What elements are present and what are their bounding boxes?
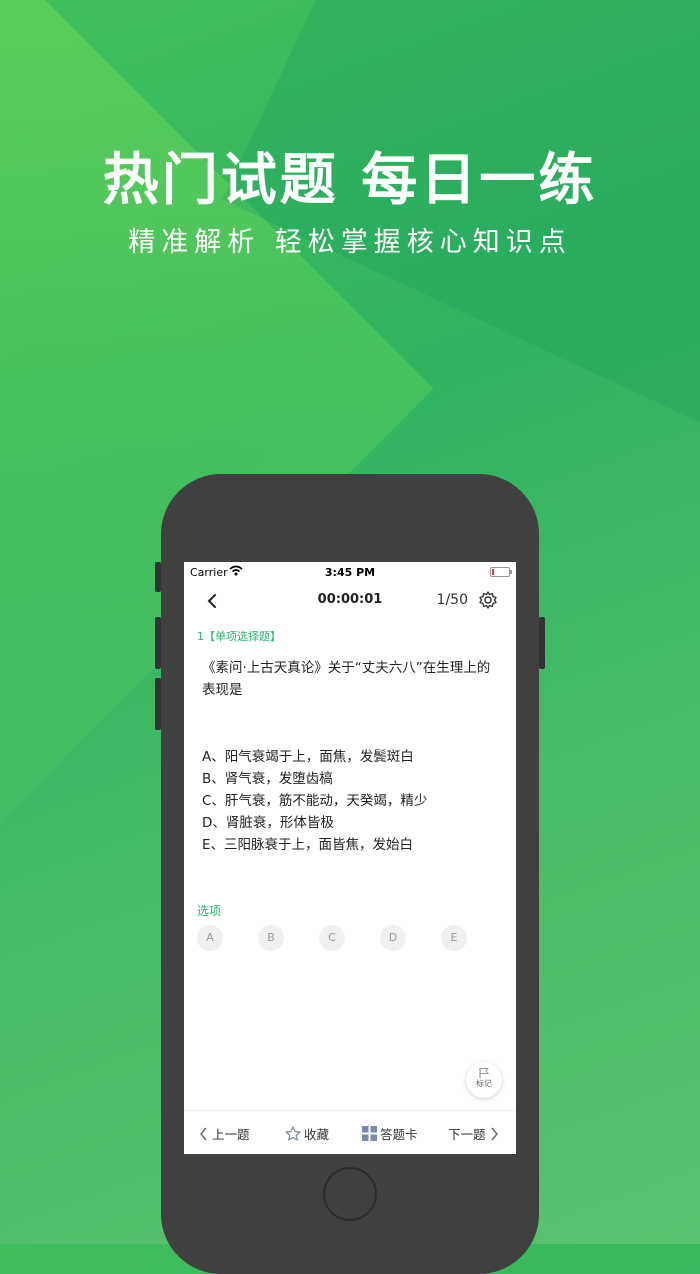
chevron-right-icon bbox=[490, 1127, 498, 1140]
answer-card-button[interactable]: 答题卡 bbox=[362, 1124, 418, 1143]
option-b: B、肾气衰，发堕齿槁 bbox=[202, 771, 333, 787]
gear-icon[interactable] bbox=[478, 590, 498, 610]
option-d: D、肾脏衰，形体皆极 bbox=[202, 815, 334, 831]
status-time: 3:45 PM bbox=[324, 566, 376, 579]
nav-bar: 00:00:01 1/50 bbox=[184, 586, 516, 616]
volume-down-button bbox=[155, 678, 161, 730]
next-question-label: 下一题 bbox=[448, 1127, 486, 1142]
question-text: 《素问·上古天真论》关于“丈夫六八”在生理上的表现是 bbox=[202, 660, 491, 698]
home-button[interactable] bbox=[323, 1167, 377, 1221]
option-list: A、阳气衰竭于上，面焦，发鬓斑白 B、肾气衰，发堕齿槁 C、肝气衰，筋不能动，天… bbox=[202, 746, 427, 856]
grid-icon bbox=[362, 1126, 377, 1141]
chevron-left-icon bbox=[200, 1127, 207, 1140]
app-screen: Carrier 3:45 PM 00:00:01 1/50 1【单项选择题】 《… bbox=[184, 562, 516, 1154]
answer-choice-d[interactable]: D bbox=[380, 925, 406, 951]
favorite-label: 收藏 bbox=[304, 1127, 330, 1142]
power-button bbox=[539, 617, 545, 669]
bottom-toolbar: 上一题 收藏 答题卡 下一题 bbox=[184, 1110, 516, 1154]
promo-subline: 精准解析 轻松掌握核心知识点 bbox=[128, 227, 572, 258]
option-a: A、阳气衰竭于上，面焦，发鬓斑白 bbox=[202, 749, 414, 765]
question-progress: 1/50 bbox=[436, 592, 468, 608]
volume-up-button bbox=[155, 617, 161, 669]
prev-question-button[interactable]: 上一题 bbox=[199, 1124, 250, 1143]
question-type-label: 1【单项选择题】 bbox=[197, 630, 281, 643]
answer-card-label: 答题卡 bbox=[380, 1127, 418, 1142]
answer-choice-c[interactable]: C bbox=[319, 925, 345, 951]
answer-choice-b[interactable]: B bbox=[258, 925, 284, 951]
prev-question-label: 上一题 bbox=[212, 1127, 250, 1142]
option-e: E、三阳脉衰于上，面皆焦，发始白 bbox=[202, 837, 414, 853]
mark-button-label: 标记 bbox=[476, 1079, 492, 1088]
next-question-button[interactable]: 下一题 bbox=[448, 1124, 499, 1143]
mute-switch bbox=[155, 562, 161, 592]
option-c: C、肝气衰，筋不能动，天癸竭，精少 bbox=[202, 793, 428, 809]
battery-icon bbox=[490, 567, 512, 577]
answer-section-label: 选项 bbox=[197, 904, 222, 918]
answer-choice-e[interactable]: E bbox=[441, 925, 467, 951]
answer-choice-a[interactable]: A bbox=[197, 925, 223, 951]
favorite-button[interactable]: 收藏 bbox=[285, 1124, 329, 1143]
mark-button[interactable]: 标记 bbox=[466, 1062, 502, 1098]
answer-choices: A B C D E bbox=[197, 925, 516, 951]
status-bar: Carrier 3:45 PM bbox=[184, 562, 516, 582]
star-icon bbox=[285, 1126, 301, 1141]
promo-headline: 热门试题 每日一练 bbox=[102, 148, 598, 213]
